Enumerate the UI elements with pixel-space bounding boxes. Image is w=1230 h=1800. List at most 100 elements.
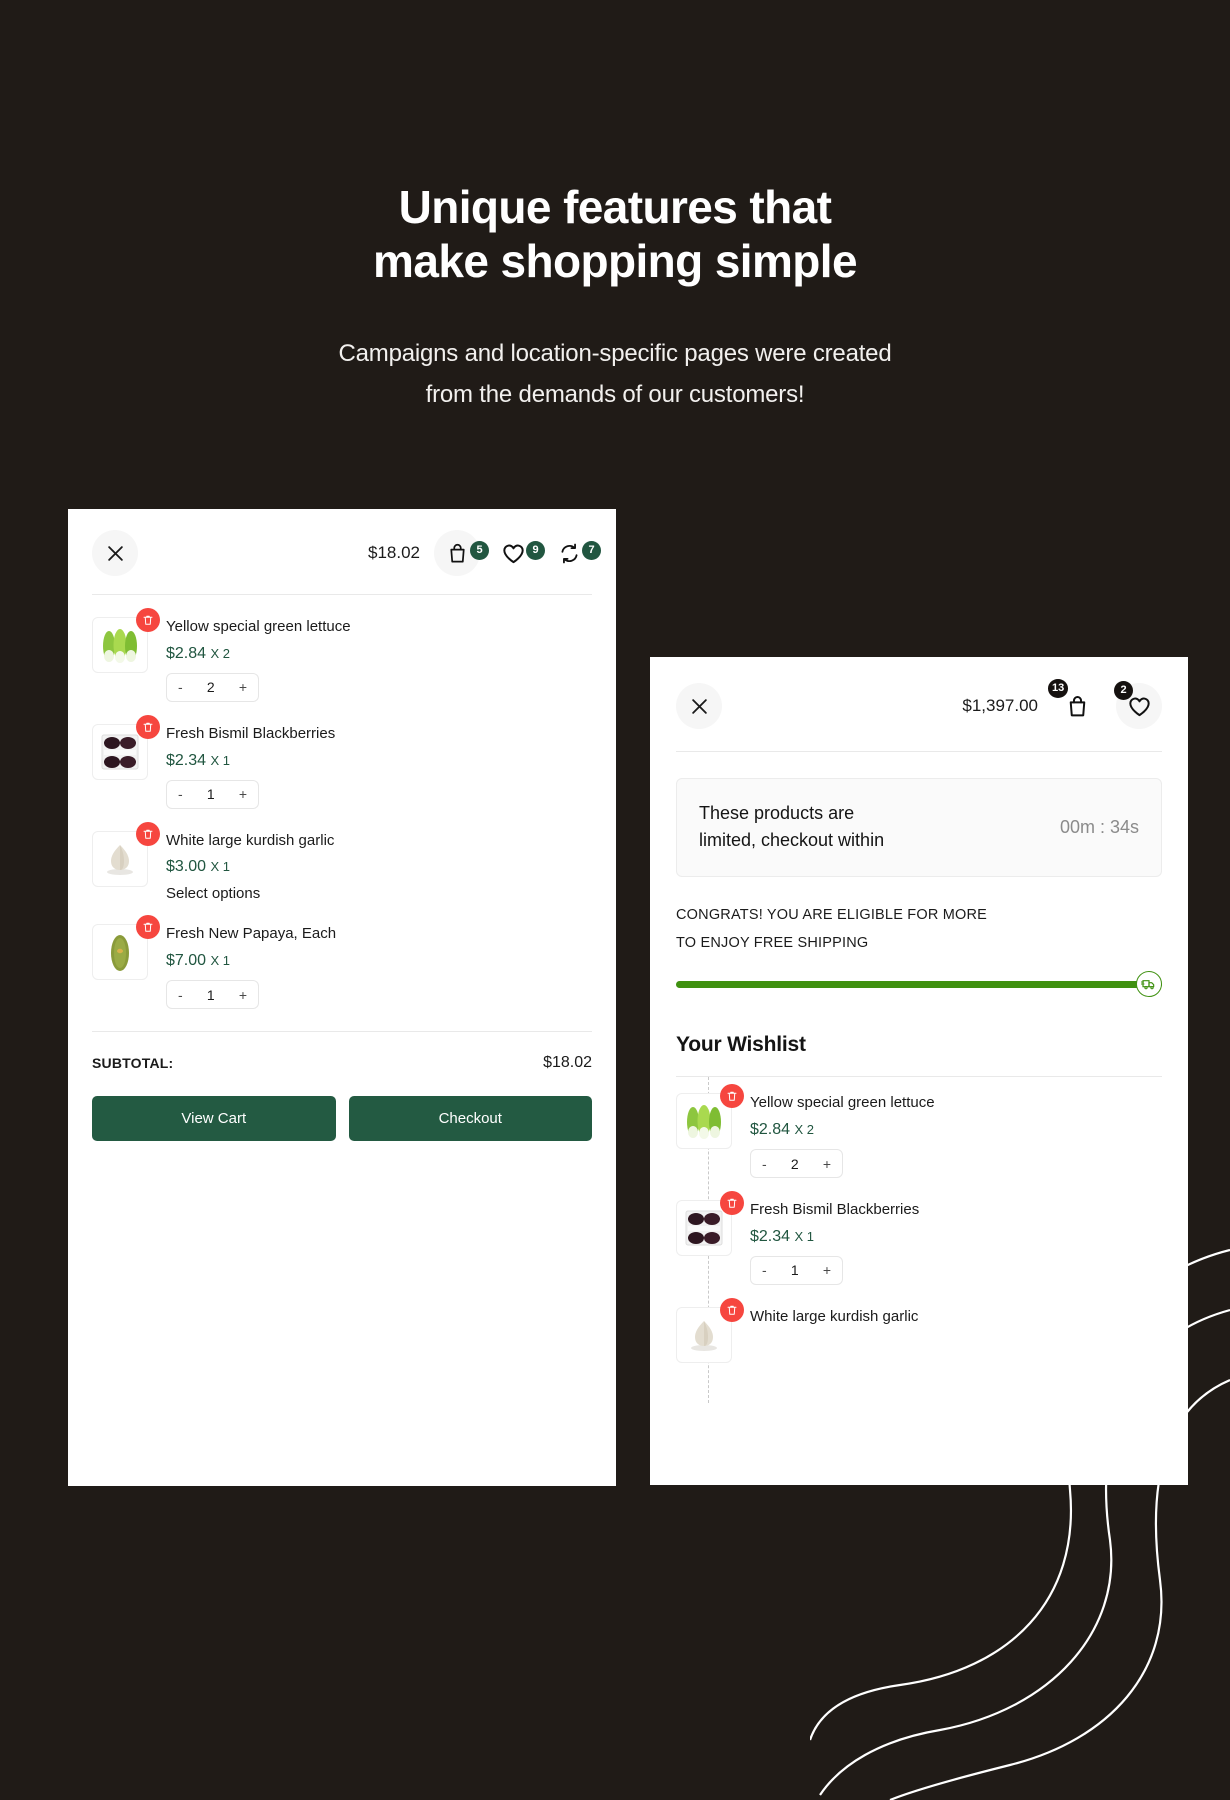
wishlist-item-increase-button[interactable]: + — [823, 1157, 831, 1171]
wishlist-item-delete-button[interactable] — [720, 1297, 744, 1322]
cart-item-price-value: $2.84 — [166, 644, 207, 662]
cart-item-list: Yellow special green lettuce $2.84 X 2 -… — [68, 595, 616, 1009]
wishlist-item: Yellow special green lettuce $2.84 X 2 -… — [676, 1084, 1162, 1178]
cart-item-name[interactable]: Fresh New Papaya, Each — [166, 925, 336, 944]
cart-bag-badge: 5 — [470, 541, 489, 560]
cart-item-price: $3.00 X 1 — [166, 858, 334, 876]
cart-item-quantity-label: X 1 — [210, 859, 231, 875]
cart-item-qty-value: 2 — [206, 679, 215, 696]
trash-icon — [143, 829, 153, 839]
wishlist-item-price: $2.84 X 2 — [750, 1121, 935, 1139]
cart-item: Yellow special green lettuce $2.84 X 2 -… — [92, 608, 592, 702]
wishlist-item-quantity-label: X 1 — [794, 1228, 815, 1244]
page-subtitle-line-1: Campaigns and location-specific pages we… — [338, 339, 892, 367]
cart-item-increase-button[interactable]: + — [239, 787, 247, 801]
cart-item-decrease-button[interactable]: - — [178, 988, 183, 1002]
papaya-image — [111, 935, 129, 972]
cart-item-delete-button[interactable] — [136, 608, 160, 632]
wishlist-item-decrease-button[interactable]: - — [762, 1263, 767, 1277]
cart-item-decrease-button[interactable]: - — [178, 680, 183, 694]
wishlist-item-stepper[interactable]: - 2 + — [750, 1149, 843, 1178]
cart-subtotal-row: SUBTOTAL: $18.02 — [68, 1032, 616, 1072]
cart-item-name[interactable]: White large kurdish garlic — [166, 832, 334, 851]
cart-subtotal-value: $18.02 — [543, 1054, 592, 1071]
lettuce-image — [687, 1105, 721, 1140]
cart-close-button[interactable] — [92, 530, 138, 576]
cart-item-price: $2.34 X 1 — [166, 752, 335, 770]
checkout-button[interactable]: Checkout — [348, 1096, 592, 1141]
wishlist-item-qty-value: 1 — [790, 1262, 799, 1279]
countdown-banner: These products are limited, checkout wit… — [676, 778, 1162, 877]
wishlist-header: $1,397.00 13 2 — [650, 657, 1188, 729]
cart-item-price: $2.84 X 2 — [166, 645, 351, 663]
wishlist-item-name[interactable]: Yellow special green lettuce — [750, 1094, 935, 1113]
wishlist-item: Fresh Bismil Blackberries $2.34 X 1 - 1 … — [676, 1191, 1162, 1285]
wishlist-item-thumb-wrap — [676, 1297, 744, 1363]
cart-item-name[interactable]: Yellow special green lettuce — [166, 618, 351, 637]
cart-item-delete-button[interactable] — [136, 714, 160, 739]
cart-wishlist-badge: 9 — [526, 541, 545, 560]
cart-compare-button[interactable]: 7 — [546, 530, 601, 576]
cart-item-thumb-wrap — [92, 608, 160, 702]
page-title: Unique features that make shopping simpl… — [0, 0, 1230, 289]
wishlist-close-button[interactable] — [676, 683, 722, 729]
wishlist-item-price: $2.34 X 1 — [750, 1228, 919, 1246]
countdown-timer: 00m : 34s — [1059, 816, 1139, 837]
page-title-line-1: Unique features that — [398, 181, 832, 233]
wishlist-heart-badge: 2 — [1114, 681, 1133, 700]
cart-item-quantity-label: X 1 — [210, 752, 231, 768]
cart-wishlist-button[interactable]: 9 — [490, 530, 545, 576]
cart-item-price: $7.00 X 1 — [166, 952, 336, 970]
countdown-message-line-2: limited, checkout within — [699, 830, 885, 851]
cart-item-thumb-wrap — [92, 714, 160, 809]
free-shipping-section: CONGRATS! YOU ARE ELIGIBLE FOR MORE TO E… — [650, 877, 1188, 998]
wishlist-item-name[interactable]: Fresh Bismil Blackberries — [750, 1201, 919, 1220]
cart-item: White large kurdish garlic $3.00 X 1 Sel… — [92, 821, 592, 903]
cart-item-stepper[interactable]: - 1 + — [166, 779, 259, 809]
trash-icon — [727, 1092, 737, 1101]
cart-item-stepper[interactable]: - 1 + — [166, 980, 259, 1009]
wishlist-item-delete-button[interactable] — [720, 1191, 744, 1215]
lettuce-image — [103, 629, 137, 663]
trash-icon — [727, 1305, 737, 1315]
cart-bag-button[interactable]: 5 — [434, 530, 489, 576]
close-icon — [107, 545, 123, 561]
cart-item-qty-value: 1 — [206, 786, 215, 802]
wishlist-item-increase-button[interactable]: + — [823, 1263, 831, 1277]
free-shipping-message: CONGRATS! YOU ARE ELIGIBLE FOR MORE TO E… — [676, 901, 1162, 958]
wishlist-heart-button[interactable]: 2 — [1114, 681, 1162, 729]
free-shipping-progress — [676, 971, 1162, 998]
wishlist-item-stepper[interactable]: - 1 + — [750, 1255, 843, 1285]
cart-compare-badge: 7 — [582, 541, 601, 560]
wishlist-item-name[interactable]: White large kurdish garlic — [750, 1308, 918, 1327]
cart-item-quantity-label: X 1 — [210, 953, 231, 968]
cart-action-buttons: View Cart Checkout — [68, 1072, 616, 1141]
cart-item-qty-value: 1 — [206, 986, 215, 1003]
cart-item-body: White large kurdish garlic $3.00 X 1 Sel… — [148, 831, 334, 903]
cart-item-increase-button[interactable]: + — [239, 988, 247, 1002]
cart-item-thumb-wrap — [92, 915, 160, 1009]
cart-item-thumb-wrap — [92, 821, 160, 903]
cart-item-body: Yellow special green lettuce $2.84 X 2 -… — [148, 617, 351, 702]
page-title-line-2: make shopping simple — [373, 235, 858, 288]
wishlist-header-actions: $1,397.00 13 2 — [962, 679, 1162, 729]
free-shipping-line-1: CONGRATS! YOU ARE ELIGIBLE FOR MORE — [676, 906, 988, 923]
wishlist-bag-button[interactable]: 13 — [1048, 679, 1100, 729]
wishlist-item-body: Yellow special green lettuce $2.84 X 2 -… — [732, 1093, 935, 1178]
close-icon — [691, 698, 707, 714]
progress-fill — [676, 980, 1162, 988]
cart-item-delete-button[interactable] — [136, 821, 160, 846]
wishlist-item-qty-value: 2 — [790, 1155, 799, 1172]
cart-item-decrease-button[interactable]: - — [178, 787, 183, 801]
page-subtitle-line-2: from the demands of our customers! — [425, 380, 805, 408]
cart-item-name[interactable]: Fresh Bismil Blackberries — [166, 725, 335, 744]
wishlist-item-decrease-button[interactable]: - — [762, 1157, 767, 1171]
cart-total-amount: $18.02 — [368, 543, 420, 562]
view-cart-button[interactable]: View Cart — [92, 1096, 336, 1141]
wishlist-item-thumb-wrap — [676, 1084, 744, 1178]
cart-item-select-options-link[interactable]: Select options — [166, 885, 334, 902]
hero-section: Unique features that make shopping simpl… — [0, 0, 1230, 415]
cart-item-stepper[interactable]: - 2 + — [166, 672, 259, 702]
cart-item-price-value: $7.00 — [166, 952, 207, 969]
cart-item-increase-button[interactable]: + — [239, 680, 247, 694]
